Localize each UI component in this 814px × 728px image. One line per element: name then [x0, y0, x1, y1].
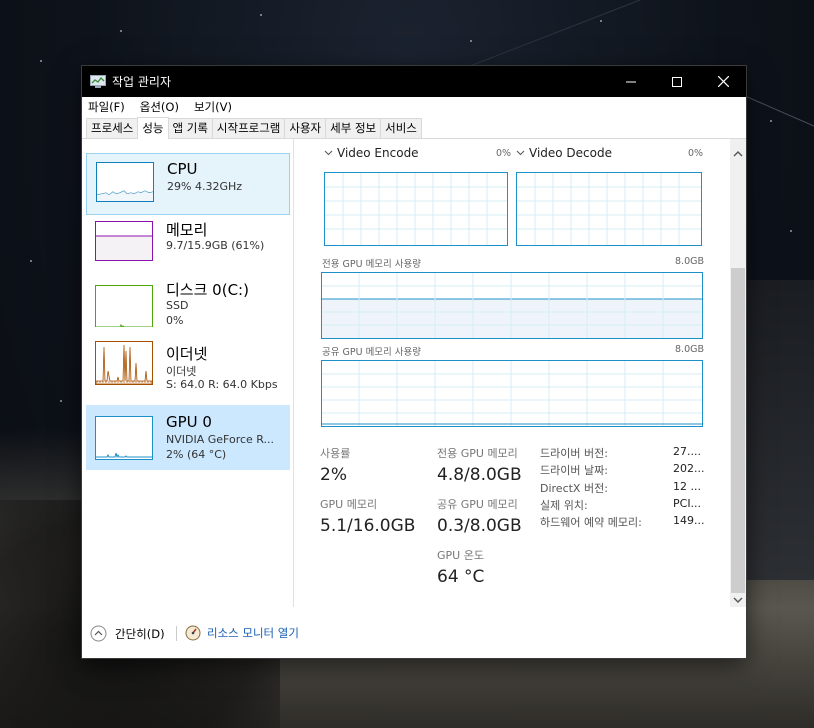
gpu-usage-temp: 2% (64 °C) [166, 448, 227, 461]
video-encode-label: Video Encode [337, 146, 419, 160]
close-icon [717, 76, 729, 87]
title-bar[interactable]: 작업 관리자 [82, 66, 746, 97]
memory-usage: 9.7/15.9GB (61%) [166, 239, 265, 252]
minimize-icon [626, 81, 636, 82]
minimize-button[interactable] [608, 66, 654, 97]
tab-services[interactable]: 서비스 [380, 118, 422, 138]
gpu-temperature-value: 64 °C [437, 567, 485, 587]
video-decode-label: Video Decode [529, 146, 612, 160]
disk-mini-graph [95, 285, 153, 327]
task-manager-icon [90, 74, 106, 88]
driver-version-value: 27.... [673, 445, 701, 458]
disk-type: SSD [166, 299, 189, 312]
dedicated-memory-graph [321, 272, 703, 339]
gpu-memory-label: GPU 메모리 [320, 498, 378, 511]
shared-memory-label: 공유 GPU 메모리 [437, 498, 518, 511]
open-resource-monitor-link[interactable]: 리소스 모니터 열기 [185, 625, 299, 641]
shared-memory-graph [321, 360, 703, 427]
hardware-reserved-value: 149... [673, 514, 705, 527]
shared-memory-value: 0.3/8.0GB [437, 516, 522, 536]
tab-app-history[interactable]: 앱 기록 [167, 118, 213, 138]
vertical-scrollbar[interactable] [730, 139, 746, 607]
resource-monitor-label: 리소스 모니터 열기 [207, 626, 299, 640]
cpu-usage: 29% 4.32GHz [167, 180, 243, 193]
footer-divider [176, 626, 177, 641]
menu-file[interactable]: 파일(F) [88, 99, 125, 115]
gpu-title: GPU 0 [166, 413, 212, 431]
disk-title: 디스크 0(C:) [166, 281, 249, 299]
tab-details[interactable]: 세부 정보 [325, 118, 382, 138]
memory-title: 메모리 [166, 221, 208, 239]
sidebar-item-disk[interactable]: 디스크 0(C:) SSD 0% [86, 273, 288, 333]
cpu-title: CPU [167, 160, 198, 178]
ethernet-name: 이더넷 [166, 365, 197, 378]
maximize-button[interactable] [654, 66, 700, 97]
collapse-chevron-icon [90, 625, 107, 642]
directx-version-value: 12 ... [673, 480, 701, 493]
close-button[interactable] [700, 66, 746, 97]
menu-bar: 파일(F) 옵션(O) 보기(V) [82, 97, 746, 117]
ethernet-throughput: S: 64.0 R: 64.0 Kbps [166, 378, 278, 391]
dedicated-memory-graph-max: 8.0GB [675, 256, 704, 267]
tab-strip: 프로세스 성능 앱 기록 시작프로그램 사용자 세부 정보 서비스 [82, 117, 746, 139]
dedicated-memory-label: 전용 GPU 메모리 [437, 447, 518, 460]
shared-memory-graph-label: 공유 GPU 메모리 사용량 [322, 347, 422, 358]
performance-content: CPU 29% 4.32GHz 메모리 9.7/15.9GB (61%) 디스크… [82, 139, 746, 607]
resource-monitor-icon [185, 625, 201, 641]
decode-dropdown-chevron-icon[interactable] [516, 150, 525, 156]
driver-date-label: 드라이버 날짜: [540, 464, 608, 477]
ethernet-mini-graph [95, 341, 153, 385]
video-decode-percent: 0% [688, 148, 704, 159]
gpu-mini-graph [95, 416, 153, 460]
tab-processes[interactable]: 프로세스 [86, 118, 139, 138]
driver-date-value: 202... [673, 462, 705, 475]
maximize-icon [672, 76, 682, 87]
task-manager-window: 작업 관리자 파일(F) 옵션(O) 보기(V) 프로세스 성능 앱 기록 시작… [82, 66, 746, 658]
sidebar-item-cpu[interactable]: CPU 29% 4.32GHz [86, 153, 290, 215]
menu-view[interactable]: 보기(V) [194, 99, 232, 115]
usage-value: 2% [320, 465, 347, 485]
tab-users[interactable]: 사용자 [284, 118, 327, 138]
driver-version-label: 드라이버 버전: [540, 447, 608, 460]
resource-sidebar: CPU 29% 4.32GHz 메모리 9.7/15.9GB (61%) 디스크… [82, 139, 294, 607]
footer-bar: 간단히(D) 리소스 모니터 열기 [82, 614, 746, 654]
sidebar-item-ethernet[interactable]: 이더넷 이더넷 S: 64.0 R: 64.0 Kbps [86, 337, 288, 397]
video-encode-percent: 0% [496, 148, 512, 159]
menu-options[interactable]: 옵션(O) [140, 99, 179, 115]
sidebar-item-gpu[interactable]: GPU 0 NVIDIA GeForce R... 2% (64 °C) [86, 405, 290, 470]
directx-version-label: DirectX 버전: [540, 482, 608, 495]
video-encode-graph [324, 172, 508, 246]
encode-dropdown-chevron-icon[interactable] [324, 150, 333, 156]
usage-label: 사용률 [320, 447, 351, 460]
shared-memory-graph-max: 8.0GB [675, 344, 704, 355]
memory-mini-graph [95, 221, 153, 261]
ethernet-title: 이더넷 [166, 345, 208, 363]
scroll-down-arrow-icon[interactable] [730, 593, 746, 607]
gpu-memory-value: 5.1/16.0GB [320, 516, 416, 536]
gpu-temperature-label: GPU 온도 [437, 549, 484, 562]
scroll-up-arrow-icon[interactable] [730, 147, 746, 161]
video-decode-graph [516, 172, 702, 246]
gpu-detail-panel: Video Encode 0% Video Decode 0% 전용 GPU 메 [300, 139, 746, 607]
fewer-details-button[interactable]: 간단히(D) [90, 625, 165, 642]
dedicated-memory-graph-label: 전용 GPU 메모리 사용량 [322, 259, 422, 270]
window-title: 작업 관리자 [112, 75, 172, 89]
scrollbar-thumb[interactable] [731, 268, 745, 593]
sidebar-item-memory[interactable]: 메모리 9.7/15.9GB (61%) [86, 213, 288, 273]
disk-usage: 0% [166, 314, 184, 327]
gpu-model: NVIDIA GeForce R... [166, 433, 275, 446]
physical-location-label: 실제 위치: [540, 499, 588, 512]
hardware-reserved-label: 하드웨어 예약 메모리: [540, 516, 642, 529]
dedicated-memory-value: 4.8/8.0GB [437, 465, 522, 485]
cpu-mini-graph [96, 162, 154, 202]
fewer-details-label: 간단히(D) [115, 626, 165, 641]
tab-performance[interactable]: 성능 [137, 117, 169, 139]
tab-startup[interactable]: 시작프로그램 [211, 118, 286, 138]
physical-location-value: PCI... [673, 497, 702, 510]
